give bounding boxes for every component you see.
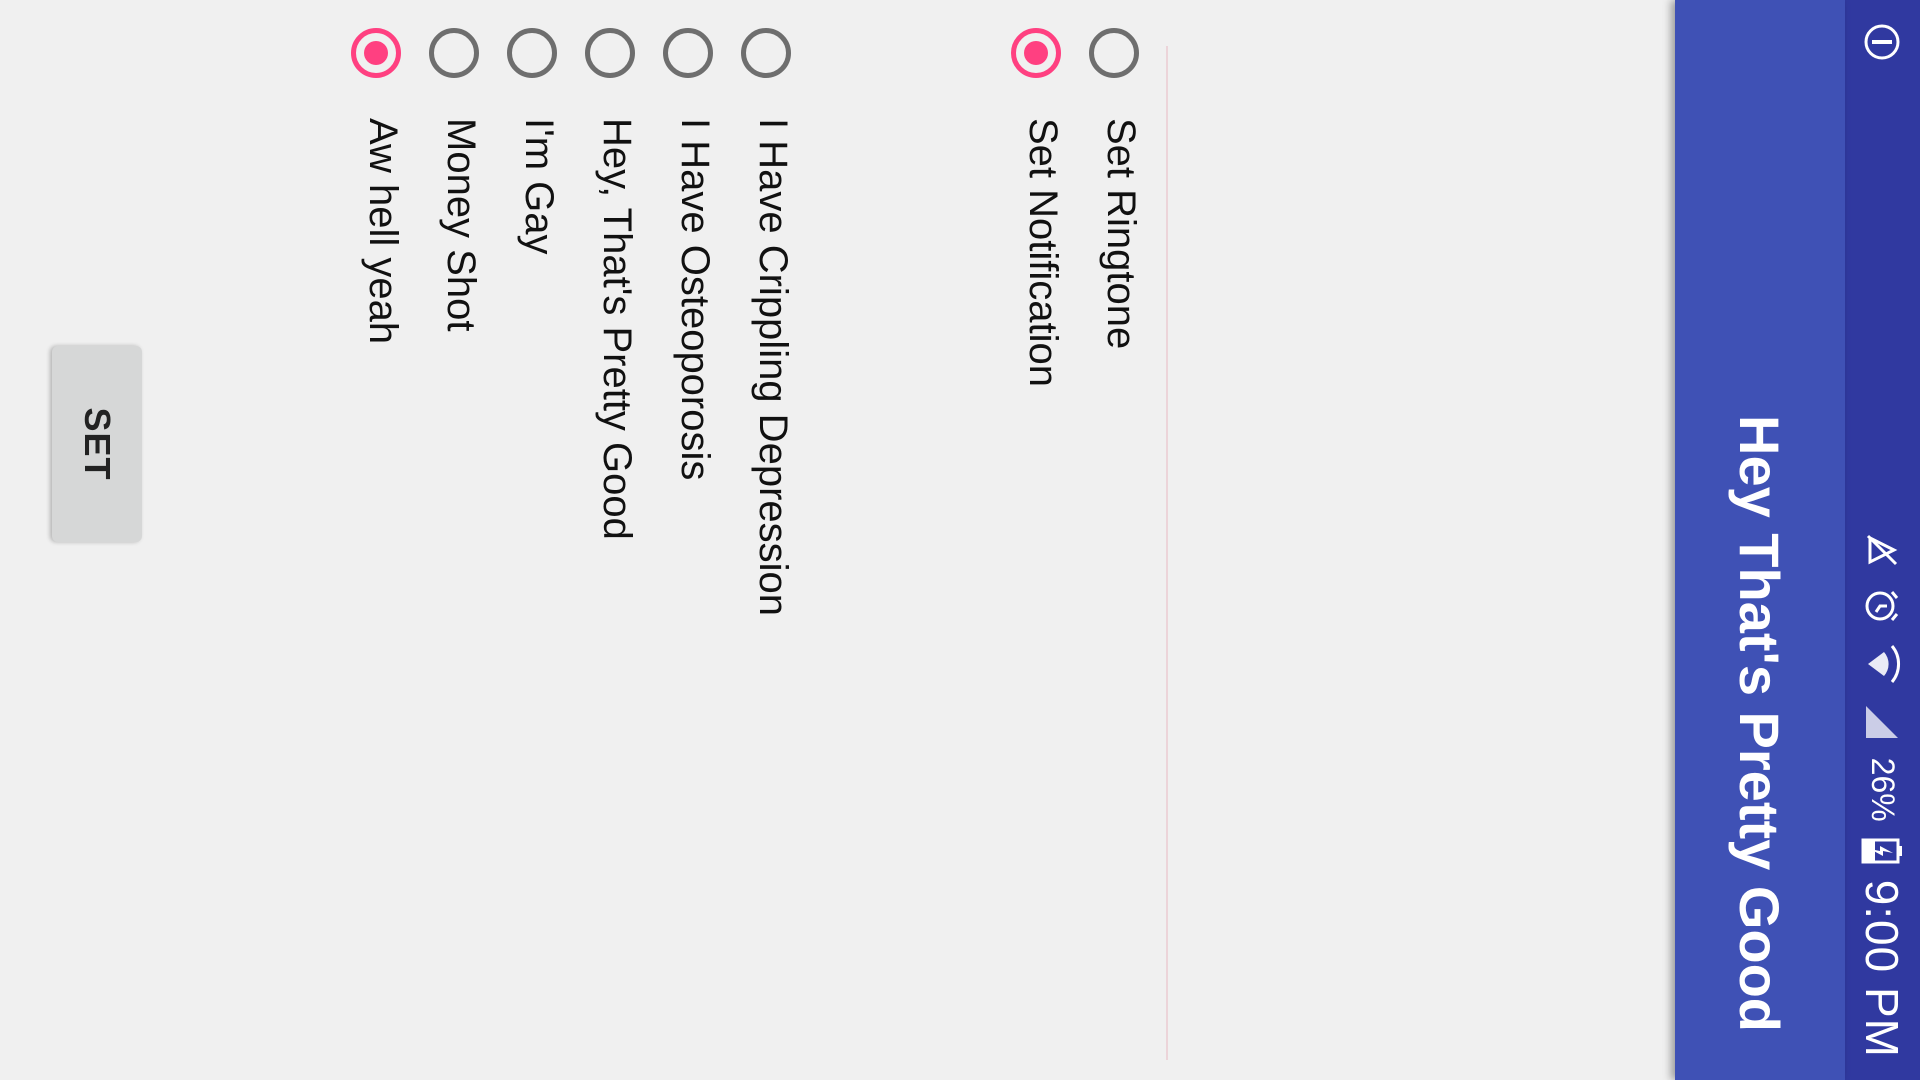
status-bar: 26% 9:00 PM bbox=[1845, 0, 1920, 1080]
group-divider bbox=[1166, 46, 1168, 1060]
info-icon bbox=[1863, 22, 1903, 62]
notifications-muted-icon bbox=[1863, 530, 1903, 570]
radio-checked-icon[interactable] bbox=[351, 28, 401, 78]
radio-option-label: Aw hell yeah bbox=[361, 118, 405, 345]
radio-unchecked-icon[interactable] bbox=[507, 28, 557, 78]
signal-icon bbox=[1863, 702, 1903, 742]
radio-checked-icon[interactable] bbox=[1011, 28, 1061, 78]
radio-option-label: Money Shot bbox=[439, 118, 483, 332]
radio-option-label: I'm Gay bbox=[517, 118, 561, 255]
wifi-data-icon bbox=[1863, 642, 1903, 686]
alarm-icon bbox=[1863, 586, 1903, 626]
app-bar: Hey That's Pretty Good bbox=[1675, 0, 1845, 1080]
radio-unchecked-icon[interactable] bbox=[663, 28, 713, 78]
radio-unchecked-icon[interactable] bbox=[1089, 28, 1139, 78]
screen: 26% 9:00 PM Hey That's Pretty Good Set R… bbox=[0, 0, 1920, 1080]
radio-option[interactable]: Set Notification bbox=[989, 0, 1085, 1080]
radio-option-label: Hey, That's Pretty Good bbox=[595, 118, 639, 540]
radio-unchecked-icon[interactable] bbox=[429, 28, 479, 78]
radio-option[interactable]: Aw hell yeah bbox=[329, 0, 425, 1080]
app-title: Hey That's Pretty Good bbox=[1728, 415, 1792, 1032]
radio-unchecked-icon[interactable] bbox=[741, 28, 791, 78]
status-left-group bbox=[1845, 22, 1920, 62]
status-time: 9:00 PM bbox=[1856, 879, 1909, 1058]
radio-option-label: I Have Crippling Depression bbox=[751, 118, 795, 617]
radio-option-label: Set Ringtone bbox=[1099, 118, 1143, 350]
status-right-group: 26% 9:00 PM bbox=[1845, 530, 1920, 1058]
radio-unchecked-icon[interactable] bbox=[585, 28, 635, 78]
radio-option-label: Set Notification bbox=[1021, 118, 1065, 388]
battery-percent: 26% bbox=[1865, 757, 1901, 822]
battery-charging-icon bbox=[1862, 838, 1904, 864]
set-button[interactable]: SET bbox=[52, 346, 142, 542]
app-window: 26% 9:00 PM Hey That's Pretty Good Set R… bbox=[0, 0, 1920, 1080]
radio-option-label: I Have Osteoporosis bbox=[673, 118, 717, 481]
